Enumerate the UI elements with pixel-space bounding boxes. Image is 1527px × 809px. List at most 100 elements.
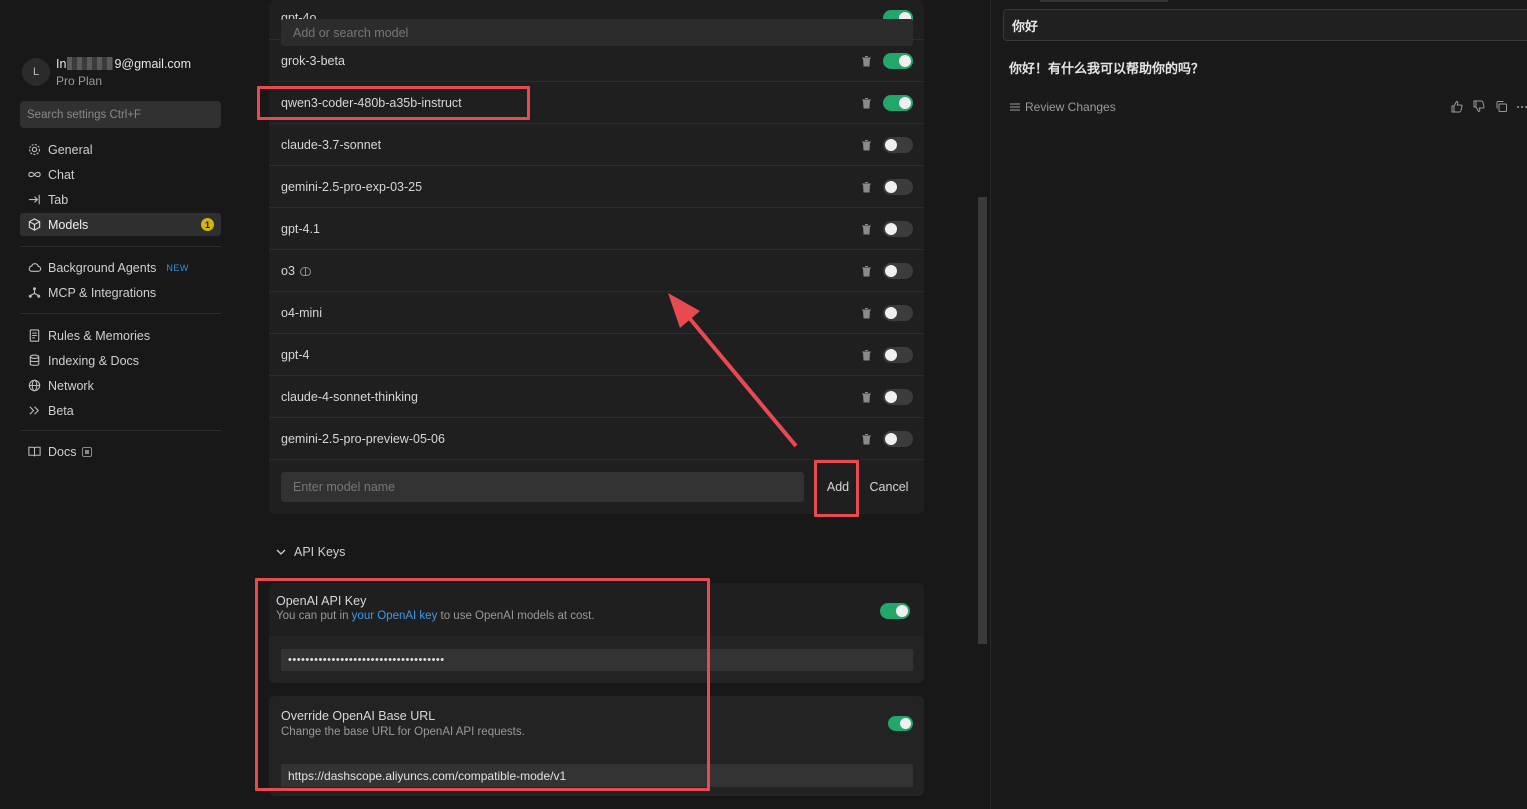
model-row: gpt-4 (269, 334, 924, 376)
api-keys-section-toggle[interactable]: API Keys (275, 545, 345, 559)
model-row: gemini-2.5-pro-preview-05-06 (269, 418, 924, 460)
sidebar-divider (20, 246, 221, 247)
model-toggle[interactable] (883, 431, 913, 447)
model-toggle[interactable] (883, 95, 913, 111)
external-link-icon (82, 446, 93, 457)
new-tag: NEW (166, 262, 189, 273)
toggle-knob (896, 605, 908, 617)
model-row: claude-4-sonnet-thinking (269, 376, 924, 418)
openai-key-toggle[interactable] (880, 603, 910, 619)
thumbs-up-icon[interactable] (1450, 100, 1463, 113)
model-toggle[interactable] (883, 305, 913, 321)
sidebar-item-network[interactable]: Network (20, 374, 221, 397)
settings-search-input[interactable]: Search settings Ctrl+F (20, 101, 221, 128)
toggle-knob (885, 433, 897, 445)
model-row: qwen3-coder-480b-a35b-instruct (269, 82, 924, 124)
trash-icon[interactable] (861, 307, 872, 319)
section-title: API Keys (294, 545, 346, 559)
base-url-input[interactable]: https://dashscope.aliyuncs.com/compatibl… (281, 764, 913, 787)
trash-icon[interactable] (861, 181, 872, 193)
model-name-placeholder: Enter model name (293, 480, 396, 494)
toggle-knob (885, 265, 897, 277)
cancel-button[interactable]: Cancel (866, 472, 912, 502)
gear-icon (28, 143, 41, 156)
account-info: L In 9@gmail.com Pro Plan (20, 56, 230, 92)
trash-icon[interactable] (861, 55, 872, 67)
sidebar-item-docs[interactable]: Docs (20, 440, 221, 463)
cube-icon (28, 218, 41, 231)
model-toggle[interactable] (883, 263, 913, 279)
sidebar-item-label: Rules & Memories (48, 328, 151, 343)
review-changes-button[interactable]: Review Changes (1009, 100, 1116, 114)
sidebar-item-label: Indexing & Docs (48, 353, 140, 368)
list-icon (1010, 103, 1020, 111)
add-model-button[interactable]: Add (818, 472, 858, 502)
model-name: gpt-4 (281, 348, 310, 362)
chat-panel (990, 0, 1527, 809)
trash-icon[interactable] (861, 265, 872, 277)
openai-key-description: You can put in your OpenAI key to use Op… (276, 610, 595, 622)
toggle-knob (885, 181, 897, 193)
sidebar-item-beta[interactable]: Beta (20, 399, 221, 422)
model-name: gemini-2.5-pro-preview-05-06 (281, 432, 445, 446)
model-toggle[interactable] (883, 53, 913, 69)
sidebar-divider (20, 313, 221, 314)
sidebar-item-chat[interactable]: Chat (20, 163, 221, 186)
model-name: o3 (281, 264, 311, 278)
model-row: claude-3.7-sonnet (269, 124, 924, 166)
sidebar-item-background-agents[interactable]: Background Agents NEW (20, 256, 221, 279)
trash-icon[interactable] (861, 223, 872, 235)
model-name: grok-3-beta (281, 54, 345, 68)
sidebar-item-indexing-docs[interactable]: Indexing & Docs (20, 349, 221, 372)
trash-icon[interactable] (861, 433, 872, 445)
copy-icon[interactable] (1495, 100, 1508, 113)
base-url-toggle[interactable] (888, 716, 913, 731)
model-toggle[interactable] (883, 221, 913, 237)
model-toggle[interactable] (883, 347, 913, 363)
trash-icon[interactable] (861, 349, 872, 361)
model-toggle[interactable] (883, 389, 913, 405)
trash-icon[interactable] (861, 391, 872, 403)
sidebar-item-tab[interactable]: Tab (20, 188, 221, 211)
sidebar-item-label: Network (48, 378, 94, 393)
model-name: claude-4-sonnet-thinking (281, 390, 418, 404)
model-name: claude-3.7-sonnet (281, 138, 382, 152)
assistant-message: 你好！有什么我可以帮助你的吗？ (1009, 61, 1205, 76)
model-toggle[interactable] (883, 179, 913, 195)
openai-key-link[interactable]: your OpenAI key (352, 610, 438, 622)
model-name-input[interactable]: Enter model name (281, 472, 804, 502)
model-row: gpt-4.1 (269, 208, 924, 250)
openai-key-title: OpenAI API Key (276, 594, 367, 608)
infinity-icon (28, 171, 41, 178)
toggle-knob (899, 97, 911, 109)
trash-icon[interactable] (861, 97, 872, 109)
model-toggle[interactable] (883, 137, 913, 153)
sidebar-item-label: Docs (48, 444, 77, 459)
trash-icon[interactable] (861, 139, 872, 151)
brain-icon (299, 267, 311, 276)
user-message[interactable]: 你好 (1003, 9, 1527, 41)
redacted-mask (67, 57, 114, 70)
sidebar-item-rules-memories[interactable]: Rules & Memories (20, 324, 221, 347)
sidebar-item-models[interactable]: Models 1 (20, 213, 221, 236)
model-name: gemini-2.5-pro-exp-03-25 (281, 180, 423, 194)
base-url-description: Change the base URL for OpenAI API reque… (281, 726, 525, 738)
toggle-knob (900, 718, 911, 729)
model-row: o3 (269, 250, 924, 292)
model-row: gemini-2.5-pro-exp-03-25 (269, 166, 924, 208)
more-icon[interactable] (1516, 100, 1527, 113)
nodes-icon (28, 287, 41, 298)
base-url-title: Override OpenAI Base URL (281, 709, 436, 723)
sidebar-item-general[interactable]: General (20, 138, 221, 161)
sidebar-item-mcp-integrations[interactable]: MCP & Integrations (20, 281, 221, 304)
sidebar-item-label: Background Agents (48, 260, 157, 275)
toggle-knob (885, 223, 897, 235)
sidebar-item-label: General (48, 142, 93, 157)
book-icon (28, 446, 41, 457)
globe-icon (28, 379, 41, 392)
openai-key-input[interactable]: •••••••••••••••••••••••••••••••••••• (281, 649, 913, 671)
settings-scrollbar[interactable] (978, 197, 987, 644)
thumbs-down-icon[interactable] (1472, 100, 1485, 113)
avatar: L (22, 58, 50, 86)
add-search-placeholder: Add or search model (293, 25, 409, 40)
